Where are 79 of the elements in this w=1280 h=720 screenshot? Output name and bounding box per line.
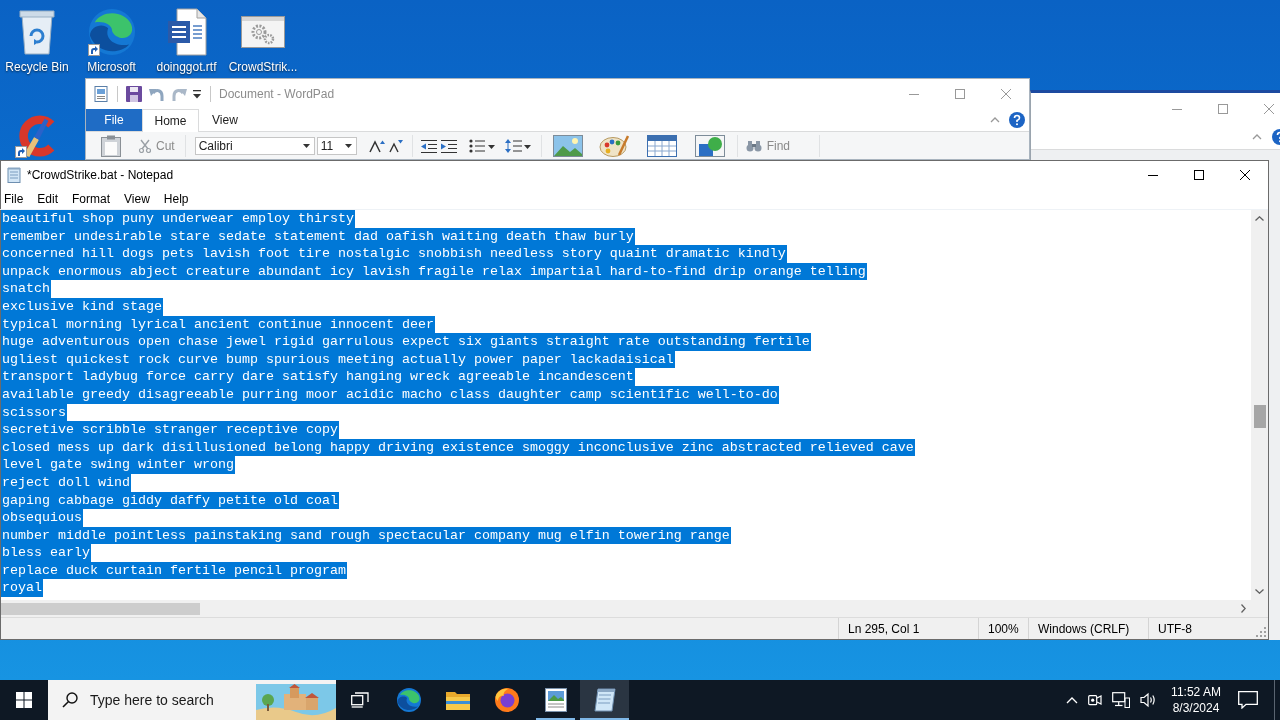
horizontal-scrollbar[interactable] xyxy=(1,600,1268,617)
scrollbar-thumb[interactable] xyxy=(1253,405,1266,428)
shapes-icon[interactable] xyxy=(694,134,725,157)
calendar-icon[interactable] xyxy=(646,134,677,157)
line-ending: Windows (CRLF) xyxy=(1038,621,1130,636)
task-view-icon xyxy=(351,692,369,708)
camera-icon[interactable] xyxy=(1088,692,1102,708)
scrollbar-thumb[interactable] xyxy=(1,602,200,615)
maximize-icon xyxy=(1218,104,1228,114)
window-title: Document - WordPad xyxy=(219,87,335,101)
recycle-bin-icon[interactable] xyxy=(19,9,55,55)
taskbar-button[interactable] xyxy=(580,680,629,720)
close-icon xyxy=(1240,170,1250,180)
swirl-icon[interactable] xyxy=(88,9,135,55)
running-indicator xyxy=(536,718,575,720)
menu-item[interactable]: Help xyxy=(156,189,196,209)
search-box[interactable]: Type here to search xyxy=(48,680,336,720)
dropdown-caret-icon[interactable] xyxy=(192,89,202,99)
zoom-level: 100% xyxy=(988,621,1019,636)
maximize-icon xyxy=(955,89,965,99)
close-icon xyxy=(1001,89,1011,99)
text-encoding: UTF-8 xyxy=(1158,621,1192,636)
minimize-icon xyxy=(1172,108,1182,110)
search-input[interactable]: Type here to search xyxy=(90,692,256,708)
cursor-position: Ln 295, Col 1 xyxy=(848,621,920,636)
clock-date[interactable]: 8/3/2024 xyxy=(1172,700,1220,716)
scissors-icon xyxy=(139,138,151,153)
decrease-indent-icon[interactable] xyxy=(420,138,437,153)
swirl-icon xyxy=(396,688,421,712)
font-size-field[interactable]: 11 xyxy=(316,136,357,155)
window-title: *CrowdStrike.bat - Notepad xyxy=(27,168,174,182)
icon-label[interactable]: Microsoft xyxy=(87,60,136,74)
network-icon[interactable] xyxy=(1112,692,1130,708)
document-icon[interactable] xyxy=(166,8,207,56)
palette-icon[interactable] xyxy=(598,134,629,157)
notepad-icon[interactable] xyxy=(6,167,22,183)
minimize-icon xyxy=(909,93,919,95)
help-icon[interactable] xyxy=(1009,112,1025,128)
chevron-down-icon[interactable] xyxy=(1255,589,1264,594)
search-icon xyxy=(62,692,78,708)
close-icon xyxy=(1264,104,1274,114)
icon-label[interactable]: doinggot.rtf xyxy=(156,60,217,74)
windows-icon xyxy=(16,692,32,708)
dropdown-caret-icon xyxy=(344,143,352,148)
decrease-size-icon[interactable] xyxy=(388,138,403,153)
dropdown-caret-icon xyxy=(302,143,310,148)
chevron-right-icon[interactable] xyxy=(1241,604,1246,613)
binoculars-icon xyxy=(745,139,762,152)
ribbon-tab[interactable]: View xyxy=(199,109,251,131)
folder-icon xyxy=(445,690,470,710)
gears-window-icon[interactable] xyxy=(241,16,285,48)
menu-item[interactable]: File xyxy=(0,189,31,209)
clipboard-icon[interactable] xyxy=(100,134,122,157)
document-picture-icon xyxy=(544,688,567,712)
menu-item[interactable]: Format xyxy=(65,189,118,209)
ribbon-tab[interactable]: Home xyxy=(142,109,199,132)
picture-icon[interactable] xyxy=(552,134,583,157)
save-icon[interactable] xyxy=(126,86,142,102)
minimize-icon xyxy=(1148,174,1158,176)
menu-item[interactable]: View xyxy=(117,189,157,209)
ribbon-tab[interactable]: File xyxy=(86,109,142,131)
notification-icon[interactable] xyxy=(1238,691,1258,709)
icon-label[interactable]: CrowdStrik... xyxy=(228,60,298,74)
vertical-scrollbar[interactable] xyxy=(1251,210,1268,600)
increase-size-icon[interactable] xyxy=(368,138,385,153)
volume-icon[interactable] xyxy=(1140,692,1156,708)
clock-time[interactable]: 11:52 AM xyxy=(1171,684,1221,700)
icon-label[interactable]: Recycle Bin xyxy=(5,60,69,74)
increase-indent-icon[interactable] xyxy=(440,138,457,153)
document-picture-icon[interactable] xyxy=(93,86,109,102)
fox-globe-icon xyxy=(494,688,519,712)
bullet-list-icon[interactable] xyxy=(468,138,495,153)
resize-grip-icon[interactable] xyxy=(1256,627,1266,637)
line-spacing-icon[interactable] xyxy=(504,138,531,153)
maximize-icon xyxy=(1194,170,1204,180)
font-family-field[interactable]: Calibri xyxy=(194,136,315,155)
notepad-icon xyxy=(593,688,616,712)
menu-item[interactable]: Edit xyxy=(30,189,66,209)
running-indicator xyxy=(580,718,629,720)
